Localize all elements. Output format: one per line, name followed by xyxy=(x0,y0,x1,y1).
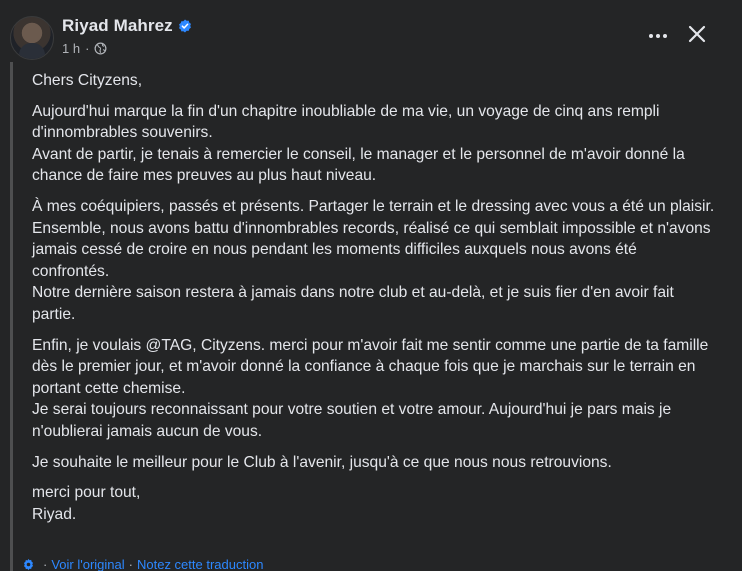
post-card: Riyad Mahrez 1 h · Chers Cityzens, Aujou… xyxy=(0,0,742,571)
more-options-icon xyxy=(656,34,660,38)
see-original-link[interactable]: Voir l'original xyxy=(51,557,124,571)
avatar[interactable] xyxy=(10,16,54,60)
more-options-button[interactable] xyxy=(644,24,672,48)
post-body: Chers Cityzens, Aujourd'hui marque la fi… xyxy=(10,62,722,571)
post-paragraph: À mes coéquipiers, passés et présents. P… xyxy=(32,197,715,323)
globe-icon[interactable] xyxy=(94,42,107,55)
translation-bar: · Voir l'original · Notez cette traducti… xyxy=(22,554,263,571)
translation-separator: · xyxy=(128,556,133,571)
post-header: Riyad Mahrez 1 h · xyxy=(0,0,742,64)
meta-separator: · xyxy=(85,40,90,56)
close-icon xyxy=(687,24,707,49)
author-row: Riyad Mahrez xyxy=(62,15,192,37)
close-button[interactable] xyxy=(684,23,710,49)
post-paragraph: merci pour tout, Riyad. xyxy=(32,484,141,523)
post-paragraph: Chers Cityzens, xyxy=(32,72,143,89)
gear-icon[interactable] xyxy=(22,558,35,571)
post-paragraph: Je souhaite le meilleur pour le Club à l… xyxy=(32,453,612,471)
more-options-icon xyxy=(649,34,653,38)
verified-badge-icon xyxy=(178,19,192,33)
author-name[interactable]: Riyad Mahrez xyxy=(62,16,173,36)
more-options-icon xyxy=(663,34,667,38)
rate-translation-link[interactable]: Notez cette traduction xyxy=(137,557,263,571)
post-timestamp[interactable]: 1 h xyxy=(62,41,80,56)
post-paragraph: Aujourd'hui marque la fin d'un chapitre … xyxy=(32,102,685,185)
post-meta: 1 h · xyxy=(62,40,107,56)
translation-separator: · xyxy=(43,556,48,571)
post-paragraph: Enfin, je voulais @TAG, Cityzens. merci … xyxy=(32,336,709,440)
